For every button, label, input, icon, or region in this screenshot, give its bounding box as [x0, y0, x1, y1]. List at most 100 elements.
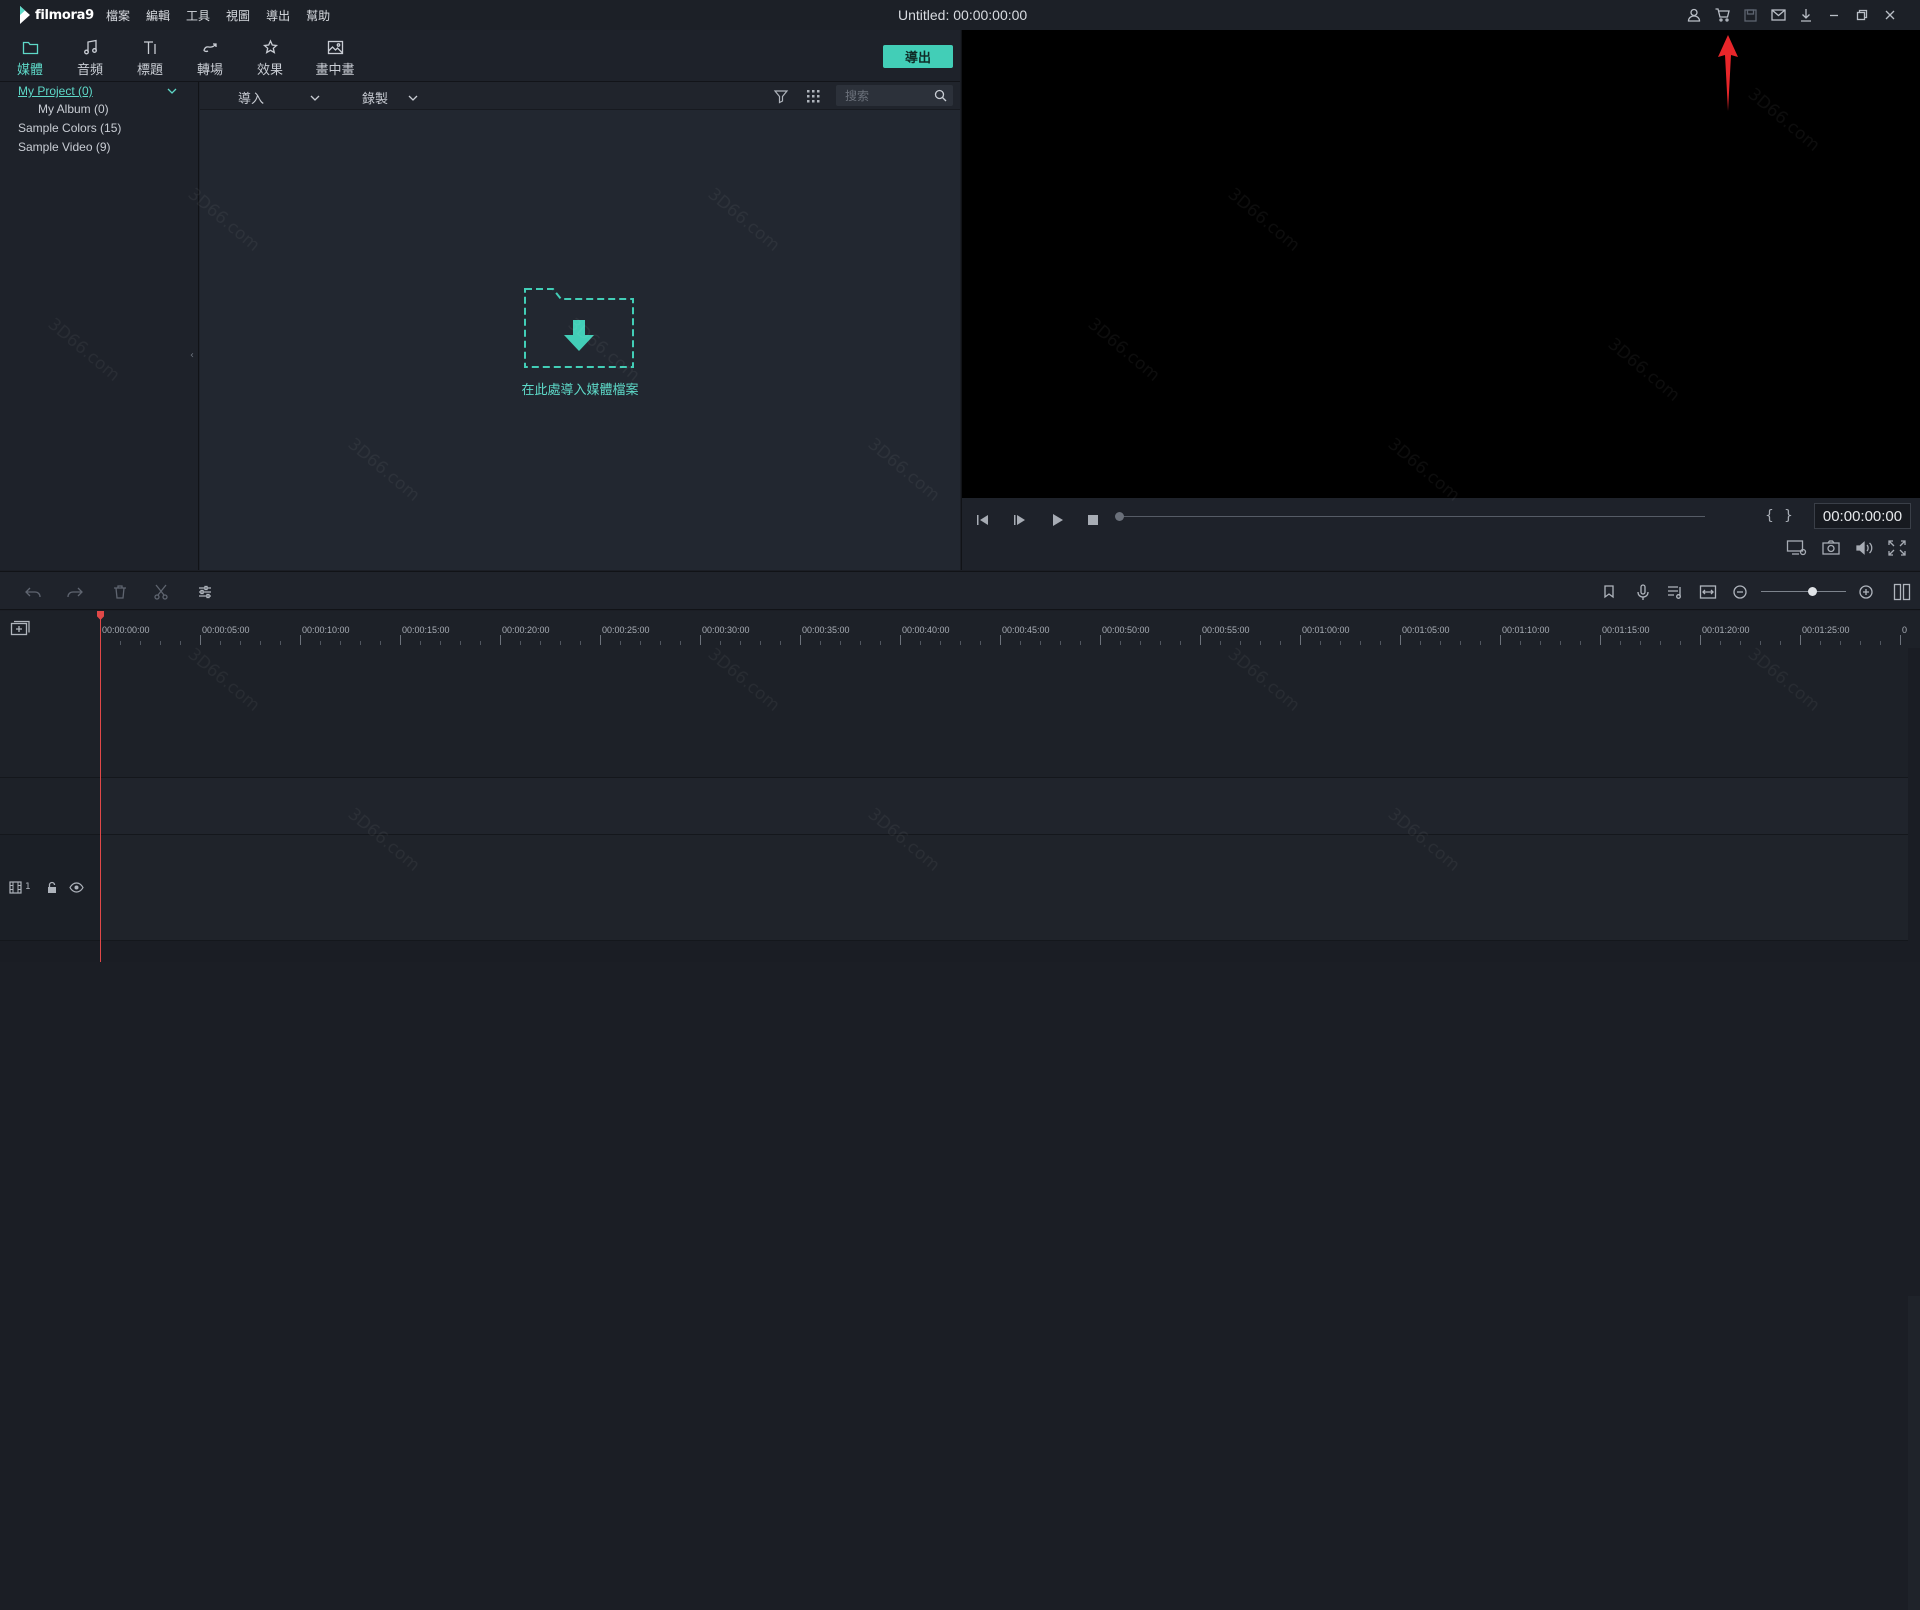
cart-icon[interactable] — [1708, 0, 1736, 30]
add-track-icon[interactable] — [10, 620, 30, 638]
zoom-in-icon[interactable] — [1857, 583, 1875, 601]
import-dropdown[interactable]: 導入 — [238, 88, 320, 107]
ruler-minor-tick — [1520, 641, 1521, 645]
menu-edit[interactable]: 編輯 — [146, 7, 170, 24]
zoom-slider-handle[interactable] — [1808, 587, 1817, 596]
annotation-arrow — [1718, 35, 1738, 111]
ruler-major-tick — [600, 635, 601, 645]
menu-tools[interactable]: 工具 — [186, 7, 210, 24]
mail-icon[interactable] — [1764, 0, 1792, 30]
tree-item-sample-colors[interactable]: Sample Colors (15) — [18, 121, 121, 135]
ruler-minor-tick — [620, 641, 621, 645]
layout-toggle-icon[interactable] — [1893, 583, 1911, 601]
microphone-icon[interactable] — [1634, 583, 1652, 601]
search-icon[interactable] — [934, 89, 947, 102]
record-dropdown[interactable]: 錄製 — [362, 88, 418, 107]
restore-icon[interactable] — [1848, 0, 1876, 30]
ruler-minor-tick — [720, 641, 721, 645]
undo-icon[interactable] — [24, 583, 42, 601]
download-icon[interactable] — [1792, 0, 1820, 30]
volume-icon[interactable] — [1854, 538, 1876, 558]
tree-item-my-album[interactable]: My Album (0) — [38, 102, 109, 116]
zoom-slider-track[interactable] — [1761, 591, 1846, 592]
ruler-major-tick — [1600, 635, 1601, 645]
ruler-minor-tick — [860, 641, 861, 645]
stop-icon[interactable] — [1083, 510, 1103, 530]
chevron-down-icon[interactable] — [167, 86, 177, 96]
ruler-minor-tick — [220, 641, 221, 645]
timeline-scrollbar[interactable] — [1908, 1296, 1920, 1610]
menu-help[interactable]: 幫助 — [306, 7, 330, 24]
ruler-major-tick — [1900, 635, 1901, 645]
marker-icon[interactable] — [1600, 583, 1618, 601]
ruler-minor-tick — [1740, 641, 1741, 645]
import-drop-zone[interactable] — [523, 287, 635, 369]
grid-view-icon[interactable] — [805, 88, 821, 104]
eye-icon[interactable] — [69, 882, 84, 893]
track-lane-empty — [100, 648, 1908, 778]
ruler-major-tick — [700, 635, 701, 645]
tree-item-my-project[interactable]: My Project (0) — [18, 84, 93, 98]
scrubber-handle[interactable] — [1115, 512, 1124, 521]
ruler-major-tick — [1000, 635, 1001, 645]
scrubber-track[interactable] — [1120, 516, 1705, 517]
zoom-out-icon[interactable] — [1731, 583, 1749, 601]
export-button[interactable]: 導出 — [883, 45, 953, 68]
close-icon[interactable] — [1876, 0, 1904, 30]
menu-view[interactable]: 視圖 — [226, 7, 250, 24]
ruler-label: 00:01:05:00 — [1402, 625, 1450, 635]
collapse-sidebar-icon[interactable]: ‹ — [190, 350, 194, 361]
play-icon[interactable] — [1047, 510, 1067, 530]
tree-item-sample-video[interactable]: Sample Video (9) — [18, 140, 111, 154]
search-input[interactable] — [845, 87, 930, 104]
next-frame-icon[interactable] — [1010, 510, 1030, 530]
delete-icon[interactable] — [111, 583, 129, 601]
snapshot-icon[interactable] — [1820, 538, 1842, 558]
audio-mixer-icon[interactable] — [1666, 583, 1684, 601]
ruler-minor-tick — [1720, 641, 1721, 645]
tab-audio[interactable]: 音頻 — [60, 30, 120, 82]
tab-effects[interactable]: 效果 — [240, 30, 300, 82]
ruler-label: 0 — [1902, 625, 1908, 635]
save-icon[interactable] — [1736, 0, 1764, 30]
mark-out-icon[interactable]: } — [1784, 508, 1793, 524]
ruler-minor-tick — [1640, 641, 1641, 645]
ruler-minor-tick — [320, 641, 321, 645]
ruler-minor-tick — [180, 641, 181, 645]
mark-in-icon[interactable]: { — [1765, 508, 1774, 524]
tab-transitions[interactable]: 轉場 — [180, 30, 240, 82]
ruler-minor-tick — [920, 641, 921, 645]
tab-pip[interactable]: 畫中畫 — [300, 30, 370, 82]
tab-titles[interactable]: 標題 — [120, 30, 180, 82]
ruler-major-tick — [1200, 635, 1201, 645]
lock-icon[interactable] — [46, 881, 58, 894]
ruler-header — [0, 611, 100, 648]
ruler-minor-tick — [380, 641, 381, 645]
account-icon[interactable] — [1680, 0, 1708, 30]
timeline-ruler[interactable]: 00:00:00:00 00:00:05:00 00:00:10:00 00:00:1… — [100, 611, 1920, 648]
menu-export[interactable]: 導出 — [266, 7, 290, 24]
search-box — [836, 85, 953, 106]
timeline-toolbar — [0, 571, 1920, 610]
ruler-minor-tick — [1840, 641, 1841, 645]
ruler-label: 00:00:20:00 — [502, 625, 550, 635]
document-title: Untitled: 00:00:00:00 — [898, 7, 1028, 23]
track-lane-audio[interactable] — [100, 778, 1908, 835]
ruler-minor-tick — [480, 641, 481, 645]
tab-label: 畫中畫 — [315, 63, 355, 78]
filter-icon[interactable] — [773, 88, 789, 104]
minimize-icon[interactable] — [1820, 0, 1848, 30]
fit-timeline-icon[interactable] — [1699, 583, 1717, 601]
fullscreen-icon[interactable] — [1886, 538, 1908, 558]
ruler-label: 00:00:25:00 — [602, 625, 650, 635]
adjust-icon[interactable] — [196, 583, 214, 601]
playhead-line[interactable] — [100, 611, 101, 962]
previous-frame-icon[interactable] — [973, 510, 993, 530]
track-lane-video-1[interactable] — [100, 835, 1908, 941]
tab-media[interactable]: 媒體 — [0, 30, 60, 82]
redo-icon[interactable] — [66, 583, 84, 601]
display-settings-icon[interactable] — [1786, 538, 1808, 558]
menu-file[interactable]: 檔案 — [106, 7, 130, 24]
ruler-minor-tick — [1080, 641, 1081, 645]
cut-icon[interactable] — [152, 583, 170, 601]
